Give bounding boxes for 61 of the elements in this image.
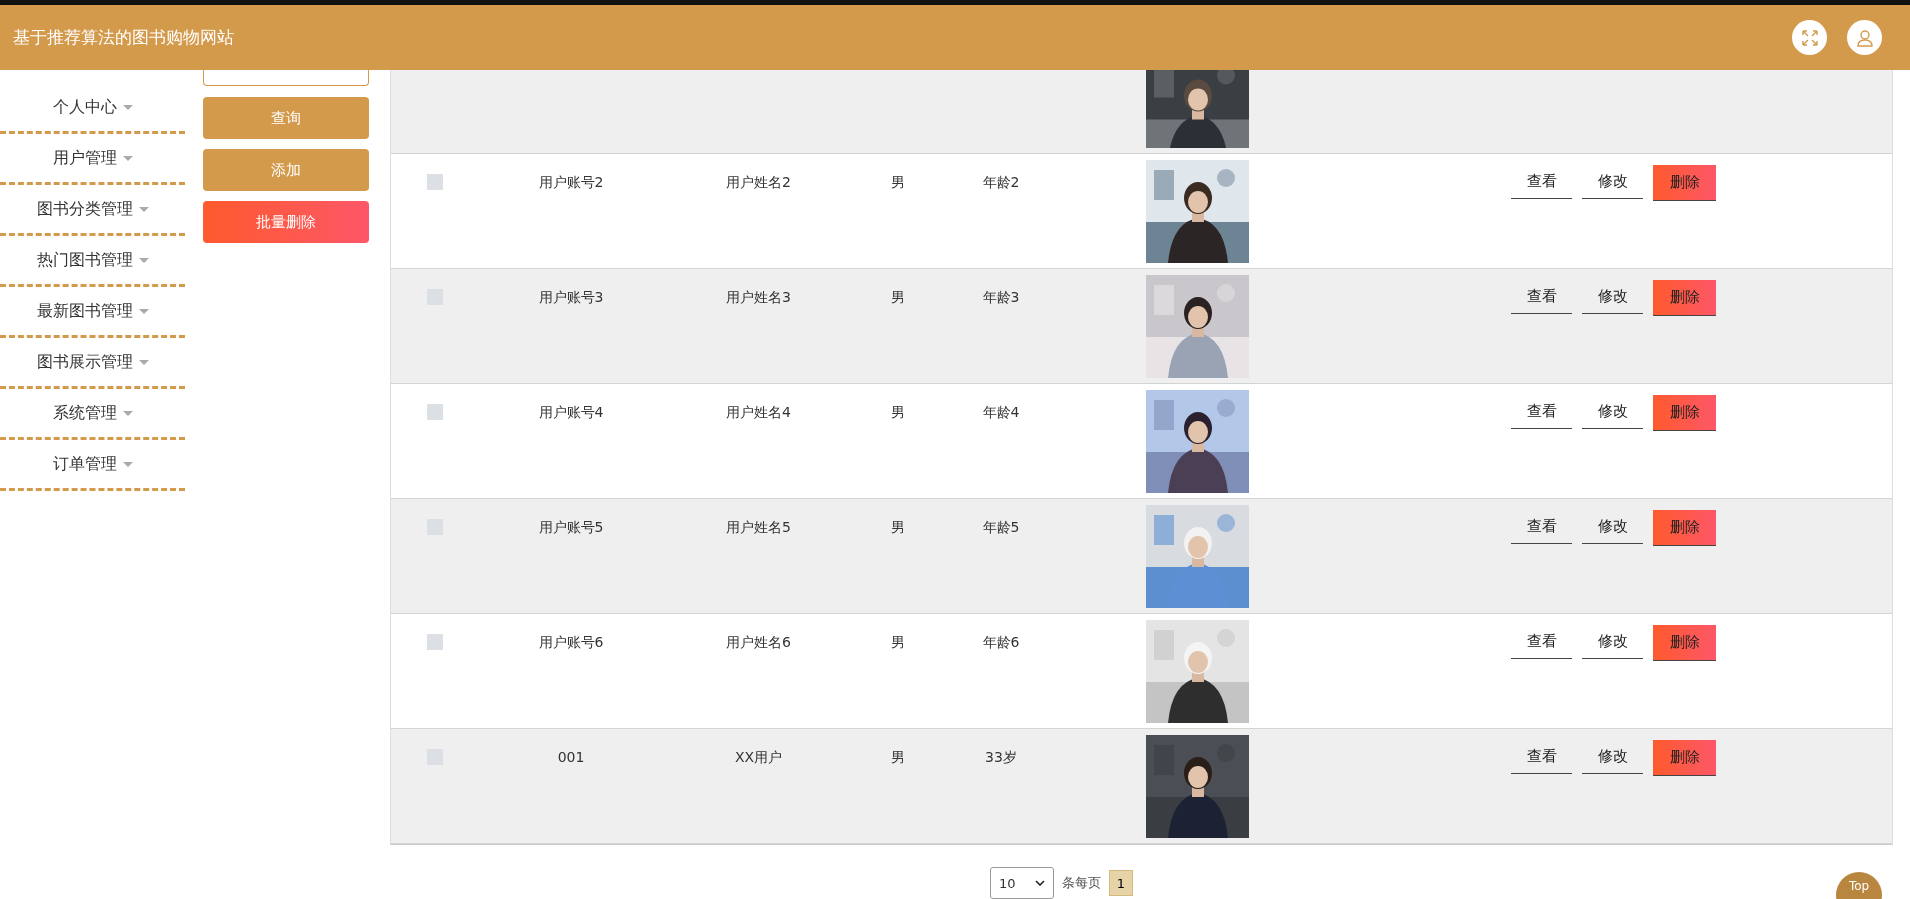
table-cell-text: 男 [889, 403, 906, 422]
table-cell-text: 男 [889, 633, 906, 652]
table-cell-text: 年龄2 [981, 173, 1021, 192]
row-checkbox[interactable] [427, 634, 443, 650]
sidebar-item[interactable]: 个人中心 [0, 83, 185, 134]
table-cell-text: 用户姓名5 [725, 518, 792, 537]
row-action-button[interactable]: 修改 [1582, 395, 1643, 429]
table-cell-text: 年龄6 [981, 633, 1021, 652]
table-cell-text: 用户账号5 [537, 518, 605, 537]
row-action-button[interactable]: 删除 [1653, 625, 1716, 661]
sidebar-item[interactable]: 图书展示管理 [0, 338, 185, 389]
table-cell-text: 用户账号2 [537, 173, 605, 192]
table-cell-text: 用户账号6 [537, 633, 605, 652]
table-cell-text: 男 [889, 288, 906, 307]
table-cell-text: 年龄3 [981, 288, 1021, 307]
row-action-button[interactable]: 删除 [1653, 165, 1716, 201]
sidebar-item[interactable]: 图书分类管理 [0, 185, 185, 236]
table-cell-text: 年龄4 [981, 403, 1021, 422]
row-action-button[interactable]: 修改 [1582, 510, 1643, 544]
table-cell-text: 用户姓名6 [725, 633, 792, 652]
row-action-button[interactable]: 查看 [1511, 395, 1572, 429]
table-cell-text: 用户账号3 [537, 288, 605, 307]
sidebar-item[interactable]: 订单管理 [0, 440, 185, 491]
row-action-button[interactable]: 删除 [1653, 740, 1716, 776]
row-action-button[interactable]: 查看 [1511, 625, 1572, 659]
row-action-button[interactable]: 删除 [1653, 395, 1716, 431]
sidebar-item[interactable]: 系统管理 [0, 389, 185, 440]
row-action-button[interactable]: 查看 [1511, 165, 1572, 199]
row-action-button[interactable]: 删除 [1653, 280, 1716, 316]
row-action-button[interactable]: 查看 [1511, 740, 1572, 774]
fullscreen-icon[interactable] [1792, 20, 1827, 55]
row-checkbox[interactable] [427, 174, 443, 190]
row-action-button[interactable]: 修改 [1582, 625, 1643, 659]
table-cell-text: 男 [889, 748, 906, 767]
row-checkbox[interactable] [427, 404, 443, 420]
search-field[interactable] [203, 70, 369, 86]
table-cell-text: 用户账号4 [537, 403, 605, 422]
table-cell-text: 33岁 [984, 748, 1018, 767]
row-action-button[interactable]: 修改 [1582, 165, 1643, 199]
table-cell-text: 男 [889, 518, 906, 537]
sidebar-item[interactable]: 最新图书管理 [0, 287, 185, 338]
user-icon[interactable] [1847, 20, 1882, 55]
sidebar-item[interactable]: 热门图书管理 [0, 236, 185, 287]
page-button[interactable]: 1 [1109, 870, 1133, 896]
row-action-button[interactable]: 删除 [1653, 510, 1716, 546]
table-cell-text: 用户姓名2 [725, 173, 792, 192]
row-action-button[interactable]: 修改 [1582, 280, 1643, 314]
page-size-select[interactable]: 10 [990, 867, 1054, 899]
chevron-icon [1035, 880, 1045, 886]
table-cell-text: 用户姓名3 [725, 288, 792, 307]
sidebar-item[interactable]: 用户管理 [0, 134, 185, 185]
row-action-button[interactable]: 查看 [1511, 510, 1572, 544]
site-title: 基于推荐算法的图书购物网站 [13, 26, 234, 49]
row-action-button[interactable]: 查看 [1511, 280, 1572, 314]
table-cell-text: 男 [889, 173, 906, 192]
table-cell-text: XX用户 [733, 748, 784, 767]
table-cell-text: 年龄5 [981, 518, 1021, 537]
page-size-label: 条每页 [1062, 874, 1101, 892]
table-cell-text: 用户姓名4 [725, 403, 792, 422]
table-cell-text: 001 [556, 748, 586, 767]
row-action-button[interactable]: 修改 [1582, 740, 1643, 774]
